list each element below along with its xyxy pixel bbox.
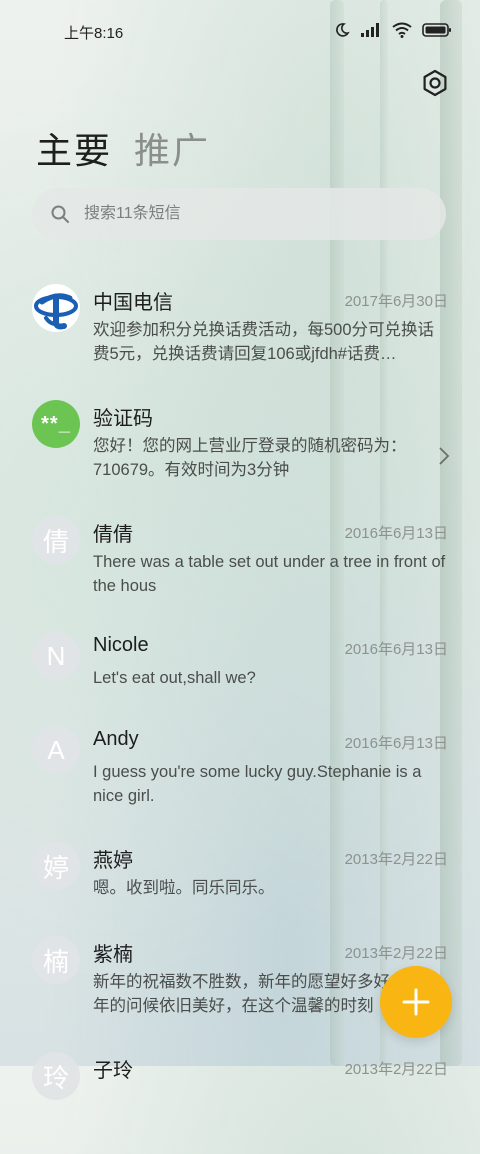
message-date: 2017年6月30日 (344, 293, 448, 310)
sender-name: 紫楠 (93, 944, 133, 966)
conversation-item[interactable]: 玲 子玲 2013年2月22日 (0, 1038, 480, 1154)
message-snippet: Let's eat out,shall we? (93, 669, 256, 687)
message-snippet: 欢迎参加积分兑换话费活动，每500分可兑换话费5元，兑换话费请回复106或jfd… (93, 321, 435, 363)
message-snippet: 您好！您的网上营业厅登录的随机密码为：710679。有效时间为3分钟 (93, 437, 407, 479)
sender-name: 中国电信 (93, 292, 173, 314)
conversation-item[interactable]: **_ 验证码 您好！您的网上营业厅登录的随机密码为：710679。有效时间为3… (0, 386, 480, 502)
tab-promotions[interactable]: 推广 (134, 122, 210, 174)
sender-name: 验证码 (93, 408, 153, 430)
tab-bar: 主要 推广 (36, 122, 210, 174)
signal-icon (361, 23, 379, 37)
contact-avatar: 倩 (32, 516, 80, 564)
status-icons (334, 22, 452, 38)
chevron-right-icon[interactable] (438, 446, 450, 466)
message-date: 2013年2月22日 (344, 851, 448, 868)
sender-name: 子玲 (93, 1060, 133, 1082)
battery-icon (422, 23, 451, 37)
search-input[interactable] (82, 204, 406, 224)
conversation-item[interactable]: 婷 燕婷 2013年2月22日 嗯。收到啦。同乐同乐。 (0, 828, 480, 922)
contact-avatar: A (32, 726, 80, 774)
conversation-item[interactable]: 倩 倩倩 2016年6月13日 There was a table set ou… (0, 502, 480, 618)
telecom-logo-icon (34, 293, 78, 330)
conversation-item[interactable]: 中国电信 2017年6月30日 欢迎参加积分兑换话费活动，每500分可兑换话费5… (0, 270, 480, 386)
search-icon (51, 205, 69, 223)
message-date: 2013年2月22日 (344, 945, 448, 962)
settings-button[interactable] (420, 68, 450, 98)
moon-icon (336, 23, 350, 37)
search-bar[interactable] (32, 188, 446, 240)
plus-icon (402, 988, 430, 1016)
sender-name: 倩倩 (93, 524, 133, 546)
tab-main[interactable]: 主要 (36, 122, 112, 174)
message-date: 2016年6月13日 (344, 641, 448, 658)
sender-name: Andy (93, 728, 139, 750)
verification-code-avatar: **_ (32, 400, 80, 448)
conversation-item[interactable]: N Nicole 2016年6月13日 Let's eat out,shall … (0, 618, 480, 712)
new-message-button[interactable] (380, 966, 452, 1038)
contact-avatar: 玲 (32, 1052, 80, 1100)
message-snippet: I guess you're some lucky guy.Stephanie … (93, 763, 422, 805)
contact-avatar: 楠 (32, 936, 80, 984)
message-date: 2016年6月13日 (344, 735, 448, 752)
conversation-item[interactable]: A Andy 2016年6月13日 I guess you're some lu… (0, 712, 480, 828)
status-bar: 上午8:16 (0, 0, 480, 62)
message-date: 2016年6月13日 (344, 525, 448, 542)
sender-name: 燕婷 (93, 850, 133, 872)
contact-avatar: 婷 (32, 842, 80, 890)
settings-icon (423, 69, 447, 97)
status-time: 上午8:16 (64, 25, 124, 42)
sender-name: Nicole (93, 634, 149, 656)
wifi-icon (392, 22, 412, 38)
message-snippet: There was a table set out under a tree i… (93, 553, 446, 595)
telecom-logo-avatar (32, 284, 80, 332)
contact-avatar: N (32, 632, 80, 680)
message-snippet: 嗯。收到啦。同乐同乐。 (93, 879, 275, 897)
message-date: 2013年2月22日 (344, 1061, 448, 1078)
